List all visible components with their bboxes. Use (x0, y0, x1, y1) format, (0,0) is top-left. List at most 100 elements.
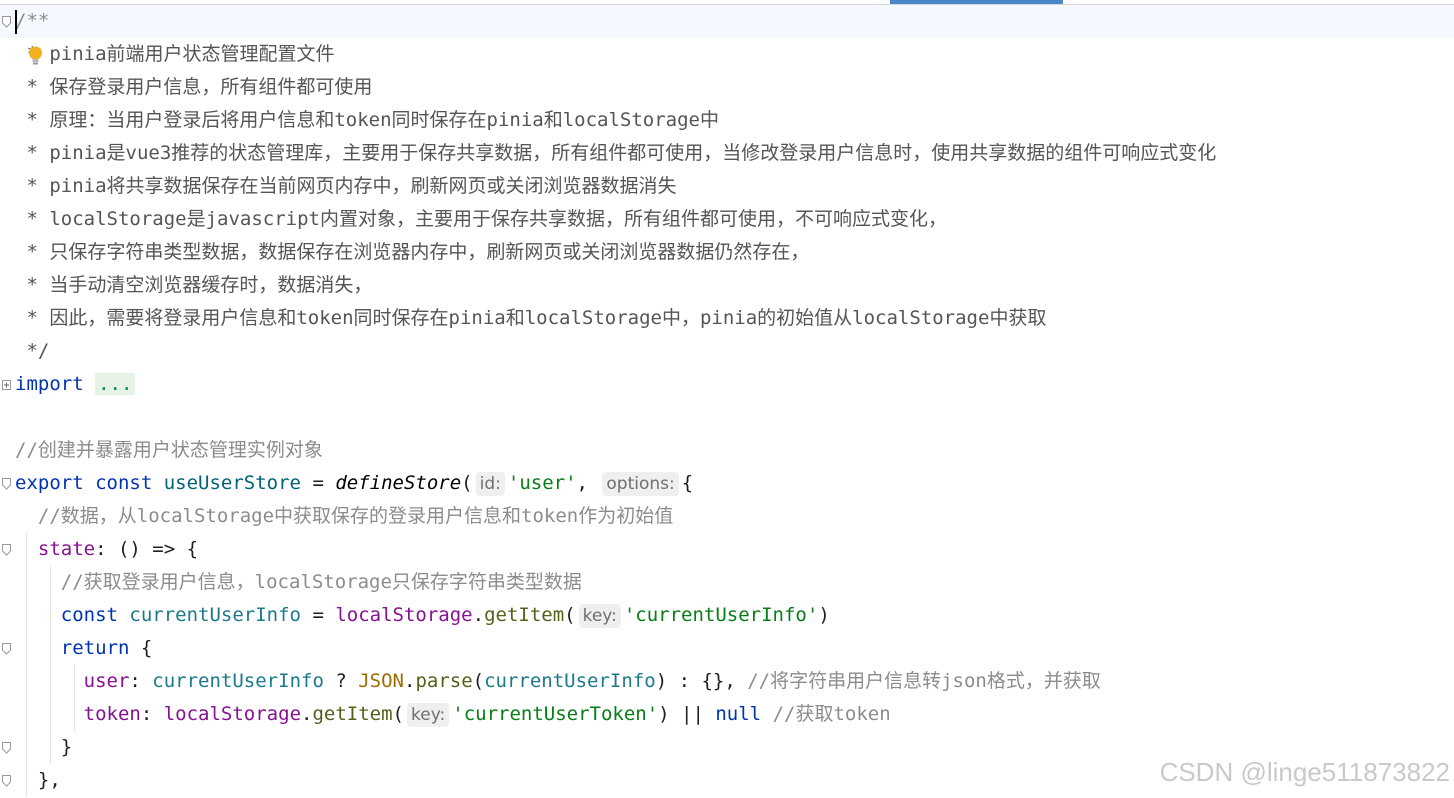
code-token: null (715, 703, 762, 725)
code-token: parse (415, 670, 473, 692)
code-token: = (301, 472, 336, 494)
code-line[interactable]: * pinia前端用户状态管理配置文件 (0, 38, 1454, 71)
code-token: . (301, 703, 313, 725)
code-text: * pinia前端用户状态管理配置文件 (15, 38, 335, 71)
code-token: ( (472, 670, 485, 692)
code-line[interactable]: * pinia是vue3推荐的状态管理库，主要用于保存共享数据，所有组件都可使用… (0, 137, 1454, 170)
code-line[interactable]: user: currentUserInfo ? JSON.parse(curre… (0, 665, 1454, 698)
code-line[interactable]: state: () => { (0, 533, 1454, 566)
fold-collapse-icon[interactable] (2, 544, 11, 556)
code-line[interactable]: * 原理：当用户登录后将用户信息和token同时保存在pinia和localSt… (0, 104, 1454, 137)
code-line[interactable]: * 保存登录用户信息，所有组件都可使用 (0, 71, 1454, 104)
code-text: * 只保存字符串类型数据，数据保存在浏览器内存中，刷新网页或关闭浏览器数据仍然存… (15, 236, 809, 269)
parameter-hint: options: (602, 472, 679, 496)
code-token: const (60, 604, 130, 626)
fold-collapse-icon[interactable] (2, 643, 11, 655)
code-text: state: () => { (15, 533, 198, 566)
fold-collapse-icon[interactable] (2, 742, 11, 754)
code-text: export const useUserStore = defineStore(… (15, 467, 693, 500)
parameter-hint: key: (407, 703, 450, 727)
fold-collapse-icon[interactable] (2, 478, 11, 490)
fold-expand-icon[interactable] (2, 379, 11, 391)
code-token: export const (15, 472, 164, 494)
code-line[interactable]: return { (0, 632, 1454, 665)
code-text: * 原理：当用户登录后将用户信息和token同时保存在pinia和localSt… (15, 104, 719, 137)
code-line[interactable]: //创建并暴露用户状态管理实例对象 (0, 434, 1454, 467)
code-token: token (83, 703, 141, 725)
code-line[interactable]: /** (0, 5, 1454, 38)
code-token: * 原理：当用户登录后将用户信息和token同时保存在pinia和localSt… (15, 109, 719, 131)
code-token: { (129, 637, 153, 659)
code-line[interactable]: */ (0, 335, 1454, 368)
code-token: import (15, 373, 84, 395)
code-token: //数据，从localStorage中获取保存的登录用户信息和token作为初始… (15, 505, 674, 527)
code-token: pinia前端用户状态管理配置文件 (49, 43, 335, 65)
code-token: //将字符串用户信息转json格式，并获取 (747, 670, 1101, 692)
code-token: . (472, 604, 485, 626)
code-line[interactable]: * localStorage是javascript内置对象，主要用于保存共享数据… (0, 203, 1454, 236)
fold-collapse-icon[interactable] (2, 775, 11, 787)
code-text: * 保存登录用户信息，所有组件都可使用 (15, 71, 372, 104)
code-line[interactable]: * 因此，需要将登录用户信息和token同时保存在pinia和localStor… (0, 302, 1454, 335)
code-token: //获取token (772, 703, 891, 725)
code-line[interactable] (0, 401, 1454, 434)
code-token: { (681, 472, 694, 494)
fold-collapse-icon[interactable] (2, 16, 11, 28)
code-line[interactable]: const currentUserInfo = localStorage.get… (0, 599, 1454, 632)
code-text: * pinia将共享数据保存在当前网页内存中，刷新网页或关闭浏览器数据消失 (15, 170, 677, 203)
code-text: const currentUserInfo = localStorage.get… (15, 599, 830, 632)
code-token: JSON (358, 670, 404, 692)
code-line[interactable]: * 只保存字符串类型数据，数据保存在浏览器内存中，刷新网页或关闭浏览器数据仍然存… (0, 236, 1454, 269)
code-token: currentUserInfo (484, 670, 656, 692)
code-token: ) : {}, (655, 670, 748, 692)
code-token: return (60, 637, 130, 659)
code-line[interactable]: //获取登录用户信息，localStorage只保存字符串类型数据 (0, 566, 1454, 599)
code-token: state (37, 538, 96, 560)
code-token: : (129, 670, 153, 692)
watermark: CSDN @linge511873822 (1159, 757, 1450, 787)
code-token: ) || (658, 703, 716, 725)
code-text: } (15, 731, 72, 764)
code-line[interactable]: import ... (0, 368, 1454, 401)
code-token: : () => { (95, 538, 199, 560)
code-text: */ (15, 335, 49, 368)
code-token: , (576, 472, 600, 494)
code-line[interactable]: export const useUserStore = defineStore(… (0, 467, 1454, 500)
code-token: ? (323, 670, 359, 692)
code-token: localStorage (335, 604, 473, 626)
code-line[interactable]: * 当手动清空浏览器缓存时，数据消失， (0, 269, 1454, 302)
code-text: * 因此，需要将登录用户信息和token同时保存在pinia和localStor… (15, 302, 1046, 335)
code-token: currentUserInfo (152, 670, 324, 692)
code-token: user (83, 670, 130, 692)
code-token: defineStore (335, 472, 462, 494)
code-token: ( (392, 703, 404, 725)
code-token: //创建并暴露用户状态管理实例对象 (15, 439, 323, 461)
lightbulb-icon[interactable] (27, 44, 44, 65)
code-text: //数据，从localStorage中获取保存的登录用户信息和token作为初始… (15, 500, 673, 533)
code-text: user: currentUserInfo ? JSON.parse(curre… (15, 665, 1101, 698)
code-line[interactable]: token: localStorage.getItem(key:'current… (0, 698, 1454, 731)
code-token: * pinia是vue3推荐的状态管理库，主要用于保存共享数据，所有组件都可使用… (15, 142, 1217, 164)
code-token: * localStorage是javascript内置对象，主要用于保存共享数据… (15, 208, 947, 230)
code-token: 'currentUserInfo' (623, 604, 819, 626)
code-token: * pinia将共享数据保存在当前网页内存中，刷新网页或关闭浏览器数据消失 (15, 175, 677, 197)
code-token: getItem (312, 703, 393, 725)
code-token: * 当手动清空浏览器缓存时，数据消失， (15, 274, 373, 296)
code-token: * 只保存字符串类型数据，数据保存在浏览器内存中，刷新网页或关闭浏览器数据仍然存… (15, 241, 810, 263)
parameter-hint: id: (475, 472, 505, 496)
code-token: ... (95, 373, 136, 395)
code-text: //获取登录用户信息，localStorage只保存字符串类型数据 (15, 566, 582, 599)
code-line[interactable]: * pinia将共享数据保存在当前网页内存中，刷新网页或关闭浏览器数据消失 (0, 170, 1454, 203)
code-token: ( (461, 472, 473, 494)
parameter-hint: key: (578, 604, 621, 628)
code-token: ) (818, 604, 830, 626)
code-token: 'user' (507, 472, 577, 494)
code-text: return { (15, 632, 153, 665)
code-line[interactable]: //数据，从localStorage中获取保存的登录用户信息和token作为初始… (0, 500, 1454, 533)
